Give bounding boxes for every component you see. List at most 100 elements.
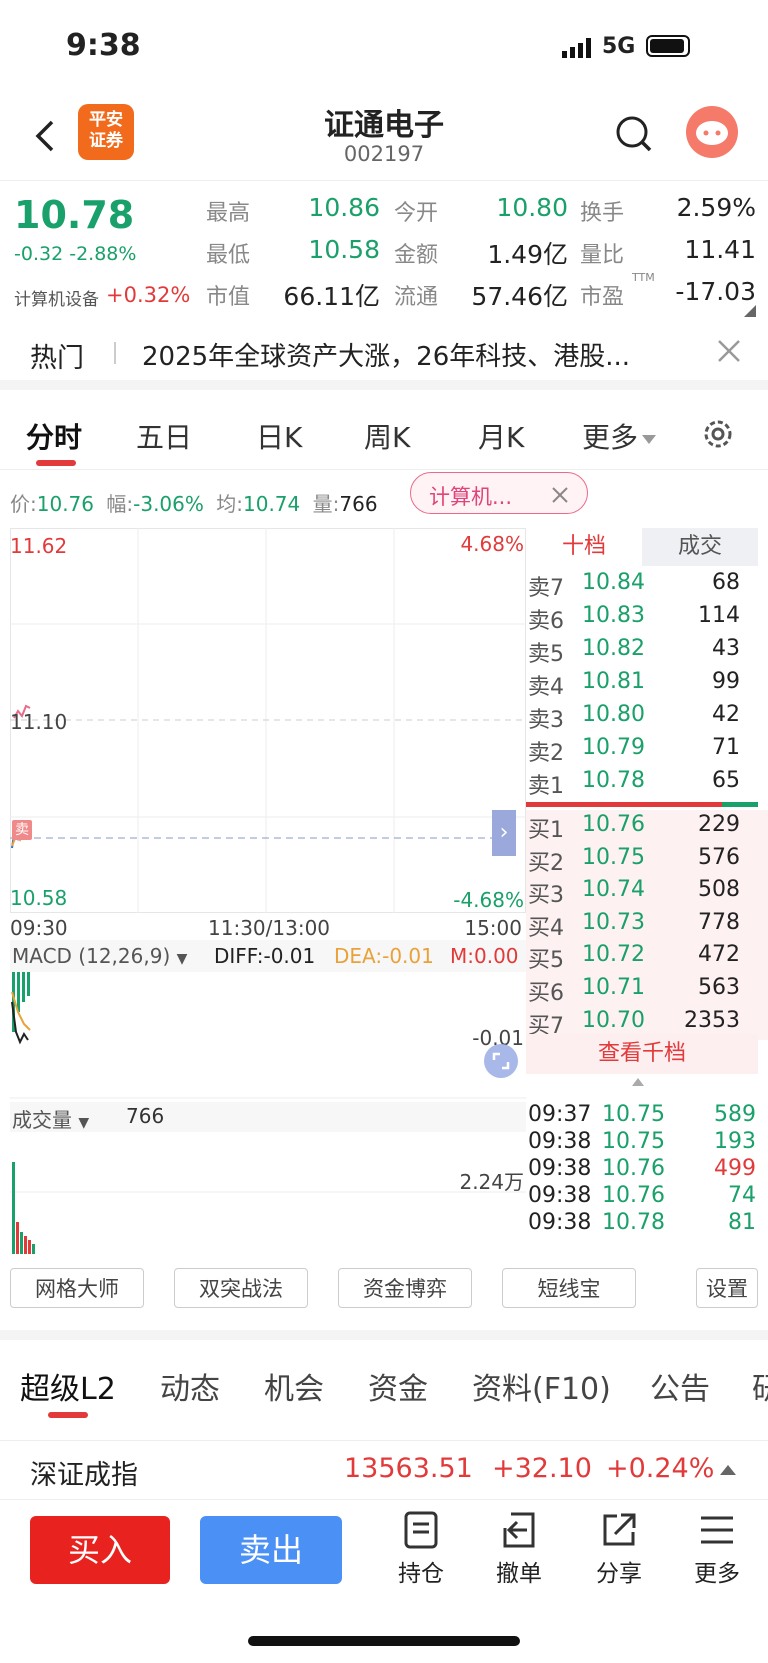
close-icon[interactable] [716,338,742,364]
bid-price: 10.76 [582,812,645,837]
index-ticker[interactable]: 深证成指 13563.51 +32.10 +0.24% [0,1440,768,1500]
ask-level-label: 卖2 [528,741,564,766]
macd-panel[interactable]: MACD (12,26,9) ▼ DIFF:-0.01 DEA:-0.01 M:… [10,940,526,1100]
sell-button[interactable]: 卖出 [200,1516,342,1584]
price-axis-mid: 11.10 [10,710,68,734]
view-full-depth-button[interactable]: 查看千档 [526,1034,758,1074]
trade-time: 09:38 [528,1156,592,1181]
tab-research[interactable]: 研 [752,1364,768,1408]
ask-level-label: 卖1 [528,774,564,799]
ask-row[interactable]: 卖7 10.84 68 [526,568,768,602]
bid-row[interactable]: 买1 10.76 229 [526,810,768,844]
bid-row[interactable]: 买6 10.71 563 [526,973,768,1007]
index-value: 13563.51 [344,1453,473,1484]
ask-price: 10.78 [582,768,645,793]
settings-button[interactable]: 设置 [696,1268,758,1308]
stat-value: 10.86 [308,193,380,222]
share-button[interactable]: 分享 [584,1510,654,1594]
ask-level-label: 卖6 [528,609,564,634]
tab-capital[interactable]: 资金 [368,1364,428,1408]
caret-down-icon: ▼ [176,951,188,967]
volume-selector[interactable]: 成交量 ▼ [12,1104,89,1133]
fullscreen-icon[interactable] [484,1044,518,1078]
ask-quantity: 71 [712,735,740,760]
stat-value: 10.58 [308,235,380,264]
more-button[interactable]: 更多 [682,1510,752,1594]
section-tabs: 超级L2 动态 机会 资金 资料(F10) 公告 研 [0,1330,768,1440]
ask-row[interactable]: 卖1 10.78 65 [526,766,768,800]
hot-news-text[interactable]: 2025年全球资产大涨，26年科技、港股... [142,336,682,373]
tab-opportunity[interactable]: 机会 [264,1364,324,1408]
ask-row[interactable]: 卖3 10.80 42 [526,700,768,734]
ask-row[interactable]: 卖4 10.81 99 [526,667,768,701]
tab-monthly-k[interactable]: 月K [478,416,524,456]
positions-button[interactable]: 持仓 [386,1510,456,1594]
close-icon[interactable] [551,485,569,503]
bid-row[interactable]: 买3 10.74 508 [526,875,768,910]
tab-weekly-k[interactable]: 周K [364,416,410,456]
tab-announcements[interactable]: 公告 [650,1364,710,1408]
stat-column: 换手 2.59% 量比 11.41 市盈 TTM -17.03 [580,181,756,321]
intraday-chart[interactable]: 11.62 4.68% 11.10 10.58 -4.68% 卖 › [10,528,526,913]
short-line-button[interactable]: 短线宝 [502,1268,636,1308]
volume-panel[interactable]: 成交量 ▼ 766 2.24万 [10,1102,526,1254]
bid-level-label: 买4 [528,915,564,941]
positions-label: 持仓 [398,1561,444,1587]
double-breakout-button[interactable]: 双突战法 [174,1268,308,1308]
ask-quantity: 65 [712,768,740,793]
sector-name[interactable]: 计算机设备 [14,285,99,310]
hot-news-bar[interactable]: 热门 2025年全球资产大涨，26年科技、港股... [0,320,768,390]
ask-row[interactable]: 卖5 10.82 43 [526,634,768,668]
time-axis-mid: 11:30/13:00 [208,916,331,940]
search-icon[interactable] [614,114,654,154]
macd-selector[interactable]: MACD (12,26,9) ▼ [12,944,187,968]
tab-five-day[interactable]: 五日 [136,416,192,456]
tab-intraday[interactable]: 分时 [26,416,82,456]
chevron-right-icon[interactable]: › [492,810,516,856]
sector-chip-label: 计算机... [429,485,513,509]
stat-label: 市值 [206,285,251,310]
ask-price: 10.80 [582,702,645,727]
price-axis-bottom: 10.58 [10,886,68,910]
chat-assistant-icon[interactable] [686,106,738,158]
capital-game-button[interactable]: 资金博弈 [338,1268,472,1308]
ask-price: 10.82 [582,636,645,661]
ask-row[interactable]: 卖6 10.83 114 [526,601,768,635]
quote-panel: 10.78 -0.32 -2.88% 计算机设备 +0.32% 最高 10.86… [0,180,768,320]
info-label: 价: [10,492,37,516]
tab-more-label: 更多 [582,421,639,454]
trade-price: 10.76 [602,1156,665,1181]
caret-up-icon[interactable] [632,1078,644,1086]
caret-down-icon: ▼ [78,1115,90,1131]
bid-level-label: 买1 [528,818,564,843]
ask-row[interactable]: 卖2 10.79 71 [526,733,768,767]
tab-more[interactable]: 更多 [582,416,657,456]
sector-chip[interactable]: 计算机... [410,472,588,514]
tab-trades[interactable]: 成交 [642,528,758,566]
chart-grid [10,528,526,913]
tab-super-l2[interactable]: 超级L2 [20,1364,116,1408]
ask-price: 10.83 [582,603,645,628]
tab-f10[interactable]: 资料(F10) [472,1364,611,1408]
crosshair-info: 价:10.76 幅:-3.06% 均:10.74 量:766 计算机... [0,472,768,528]
ask-quantity: 43 [712,636,740,661]
volume-label: 成交量 [12,1108,72,1132]
buy-button[interactable]: 买入 [30,1516,170,1584]
caret-up-icon[interactable] [720,1465,736,1475]
gear-icon[interactable] [700,416,736,452]
grid-master-button[interactable]: 网格大师 [10,1268,144,1308]
ask-price: 10.84 [582,570,645,595]
tab-daily-k[interactable]: 日K [256,416,302,456]
expand-corner-icon[interactable] [744,305,756,317]
stat-label: 换手 [580,201,625,226]
volume-value: 766 [126,1104,165,1128]
tab-ten-levels[interactable]: 十档 [526,528,642,566]
bid-row[interactable]: 买2 10.75 576 [526,842,768,877]
bid-quantity: 563 [698,975,740,1000]
bid-row[interactable]: 买4 10.73 778 [526,907,768,942]
tab-news[interactable]: 动态 [160,1364,220,1408]
ask-quantity: 42 [712,702,740,727]
bid-row[interactable]: 买5 10.72 472 [526,940,768,975]
info-average: 10.74 [243,492,301,516]
cancel-order-button[interactable]: 撤单 [484,1510,554,1594]
